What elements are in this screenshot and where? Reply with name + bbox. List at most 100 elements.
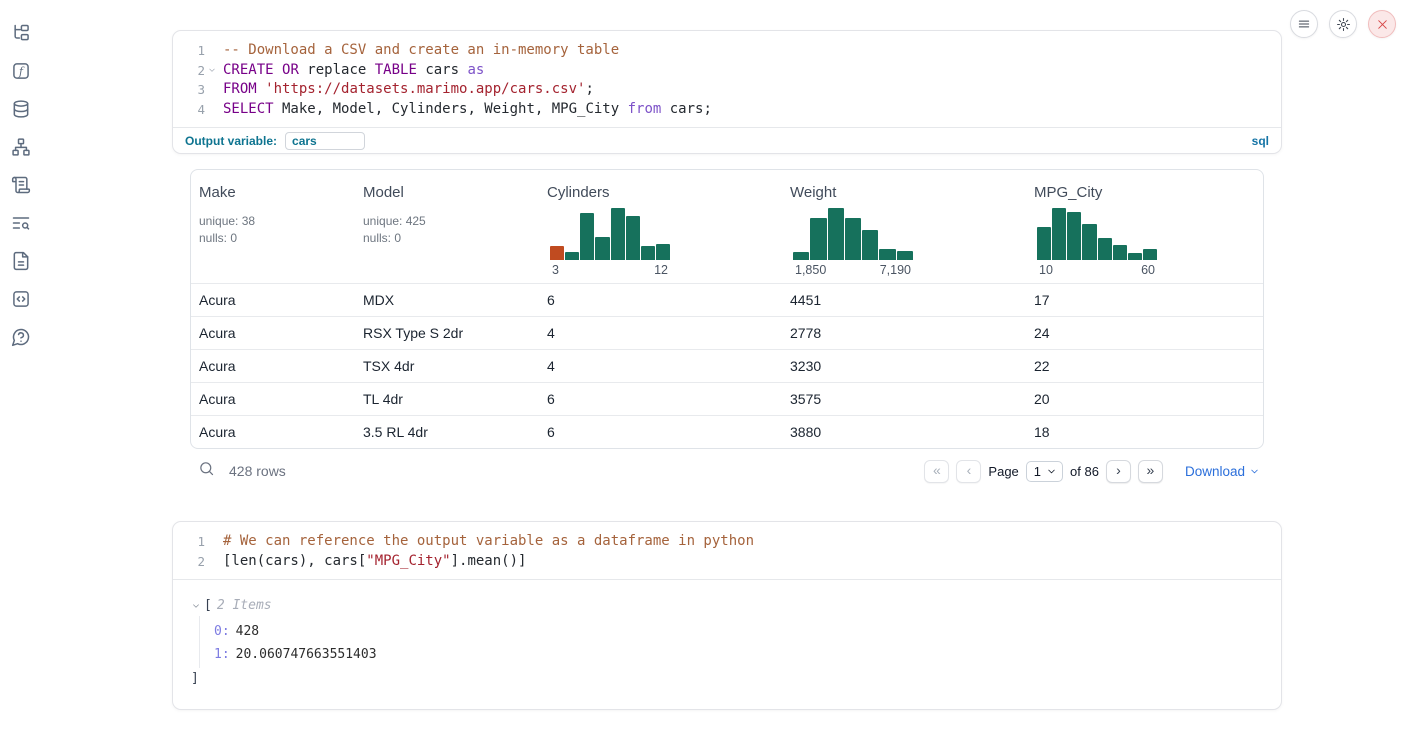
hist-bar <box>656 244 670 260</box>
python-cell[interactable]: 1 # We can reference the output variable… <box>172 521 1282 710</box>
list-item: 1:20.060747663551403 <box>214 644 1265 667</box>
sidebar: f <box>0 0 42 729</box>
chevron-down-icon <box>1249 466 1260 477</box>
line-number: 3 <box>183 80 205 100</box>
table-row[interactable]: Acura TSX 4dr 4 3230 22 <box>191 349 1263 382</box>
hist-bar <box>1143 249 1157 260</box>
table-row[interactable]: Acura RSX Type S 2dr 4 2778 24 <box>191 316 1263 349</box>
hist-min-label: 3 <box>552 263 559 277</box>
table-row[interactable]: Acura MDX 6 4451 17 <box>191 283 1263 316</box>
hist-bar <box>879 249 895 260</box>
datasources-icon[interactable] <box>10 98 32 120</box>
page-select[interactable]: 1 <box>1026 461 1063 482</box>
code-line: 3 FROM 'https://datasets.marimo.app/cars… <box>183 80 1281 100</box>
chevron-down-icon <box>1046 466 1057 477</box>
file-explorer-icon[interactable] <box>10 22 32 44</box>
nulls-stat: nulls: 0 <box>199 230 355 247</box>
output-variable-input[interactable] <box>285 132 365 150</box>
first-page-button[interactable]: « <box>924 460 949 483</box>
sql-editor[interactable]: 1 -- Download a CSV and create an in-mem… <box>173 31 1281 127</box>
table-footer: 428 rows « ‹ Page 1 of 86 › » Download <box>190 451 1264 491</box>
row-count: 428 rows <box>229 463 286 479</box>
snippets-icon[interactable] <box>10 288 32 310</box>
mpg-city-histogram[interactable] <box>1037 205 1157 260</box>
hist-bar <box>641 246 655 260</box>
line-number: 2 <box>183 552 205 572</box>
column-header-make[interactable]: Make unique: 38 nulls: 0 <box>191 184 355 277</box>
line-number: 1 <box>183 532 205 552</box>
nulls-stat: nulls: 0 <box>363 230 539 247</box>
hist-bar <box>1128 253 1142 260</box>
next-page-button[interactable]: › <box>1106 460 1131 483</box>
notebook-actions <box>1290 10 1396 38</box>
hist-bar <box>1082 224 1096 260</box>
column-header-cylinders[interactable]: Cylinders 3 12 <box>539 184 782 277</box>
table-row[interactable]: Acura 3.5 RL 4dr 6 3880 18 <box>191 415 1263 448</box>
hist-bar <box>611 208 625 260</box>
code-line: 1 -- Download a CSV and create an in-mem… <box>183 41 1281 61</box>
menu-icon[interactable] <box>1290 10 1318 38</box>
sql-cell-footer: Output variable: sql <box>173 127 1281 153</box>
close-bracket: ] <box>191 668 199 689</box>
sql-output-table: Make unique: 38 nulls: 0 Model unique: 4… <box>190 169 1264 491</box>
unique-stat: unique: 38 <box>199 213 355 230</box>
code-line: 2 [len(cars), cars["MPG_City"].mean()] <box>183 552 1281 572</box>
language-badge[interactable]: sql <box>1252 134 1269 148</box>
search-icon[interactable] <box>198 460 215 482</box>
weight-histogram[interactable] <box>793 205 913 260</box>
hist-max-label: 7,190 <box>880 263 911 277</box>
prev-page-button[interactable]: ‹ <box>956 460 981 483</box>
hist-min-label: 10 <box>1039 263 1053 277</box>
python-editor[interactable]: 1 # We can reference the output variable… <box>173 522 1281 579</box>
shutdown-icon[interactable] <box>1368 10 1396 38</box>
hist-max-label: 12 <box>654 263 668 277</box>
line-number: 4 <box>183 100 205 120</box>
column-header-model[interactable]: Model unique: 425 nulls: 0 <box>355 184 539 277</box>
table-header-row: Make unique: 38 nulls: 0 Model unique: 4… <box>191 170 1263 283</box>
column-header-mpg-city[interactable]: MPG_City 10 60 <box>1026 184 1263 277</box>
function-icon[interactable]: f <box>10 60 32 82</box>
hist-bar <box>565 252 579 260</box>
hist-bar <box>810 218 826 260</box>
line-number: 2 <box>183 61 205 81</box>
fold-chevron-icon[interactable] <box>205 61 219 81</box>
hist-bar <box>550 246 564 260</box>
documentation-icon[interactable] <box>10 250 32 272</box>
page-total-label: of 86 <box>1070 464 1099 479</box>
hist-bar <box>862 230 878 260</box>
collapse-chevron-icon[interactable] <box>191 601 201 611</box>
last-page-button[interactable]: » <box>1138 460 1163 483</box>
pagination: « ‹ Page 1 of 86 › » <box>924 460 1163 483</box>
data-table: Make unique: 38 nulls: 0 Model unique: 4… <box>190 169 1264 449</box>
open-bracket: [ <box>204 595 212 616</box>
items-count-label: 2 Items <box>217 595 272 616</box>
code-line: 1 # We can reference the output variable… <box>183 532 1281 552</box>
sql-cell[interactable]: 1 -- Download a CSV and create an in-mem… <box>172 30 1282 154</box>
code-line: 2 CREATE OR replace TABLE cars as <box>183 61 1281 81</box>
dependency-graph-icon[interactable] <box>10 136 32 158</box>
table-row[interactable]: Acura TL 4dr 6 3575 20 <box>191 382 1263 415</box>
notebook: 1 -- Download a CSV and create an in-mem… <box>172 0 1282 710</box>
hist-bar <box>897 251 913 260</box>
hist-bar <box>626 216 640 260</box>
logs-icon[interactable] <box>10 212 32 234</box>
help-icon[interactable] <box>10 326 32 348</box>
download-button[interactable]: Download <box>1185 464 1260 479</box>
hist-bar <box>793 252 809 260</box>
hist-max-label: 60 <box>1141 263 1155 277</box>
hist-bar <box>1067 212 1081 260</box>
hist-bar <box>845 218 861 260</box>
line-number: 1 <box>183 41 205 61</box>
settings-icon[interactable] <box>1329 10 1357 38</box>
python-output: [ 2 Items 0:428 1:20.060747663551403 ] <box>173 579 1281 709</box>
cylinders-histogram[interactable] <box>550 205 670 260</box>
list-item: 0:428 <box>214 621 1265 644</box>
hist-bar <box>1052 208 1066 260</box>
scratchpad-icon[interactable] <box>10 174 32 196</box>
hist-bar <box>828 208 844 260</box>
code-line: 4 SELECT Make, Model, Cylinders, Weight,… <box>183 100 1281 120</box>
hist-bar <box>580 213 594 260</box>
column-header-weight[interactable]: Weight 1,850 7,190 <box>782 184 1026 277</box>
unique-stat: unique: 425 <box>363 213 539 230</box>
output-variable-label: Output variable: <box>185 134 277 148</box>
